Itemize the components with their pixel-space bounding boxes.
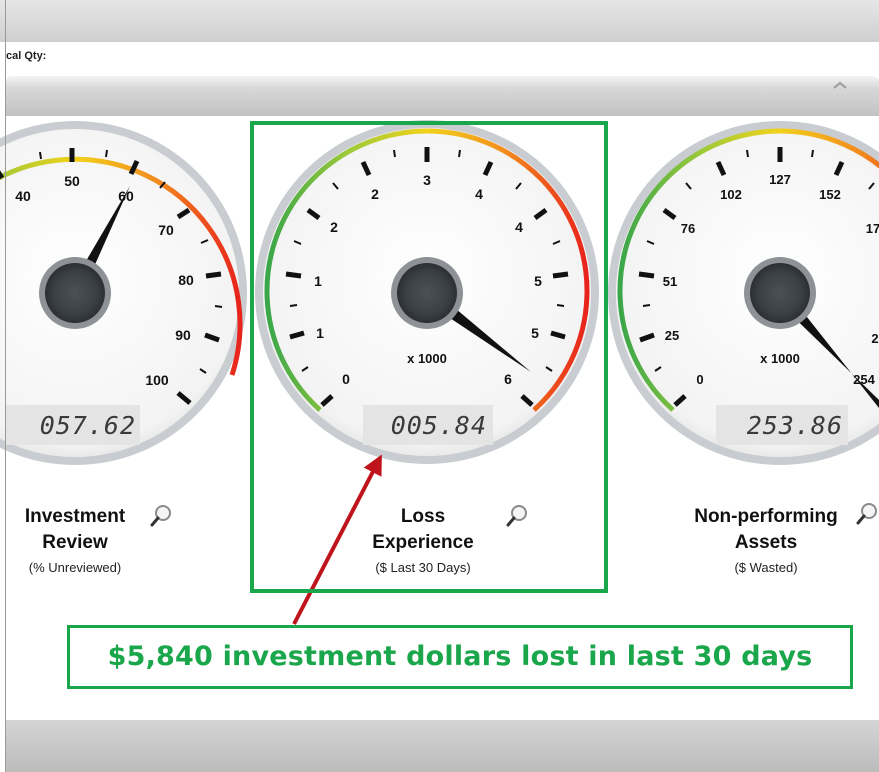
tick-label: 17 xyxy=(866,221,879,236)
gauge-label-investment-review: Investment Review (% Unreviewed) xyxy=(0,504,150,575)
multiplier-label: x 1000 xyxy=(760,351,800,366)
left-border xyxy=(5,0,6,772)
gauge-subtitle: ($ Wasted) xyxy=(734,560,798,575)
tick-label: 40 xyxy=(15,188,31,204)
highlight-box xyxy=(250,121,608,593)
magnifying-glass-icon[interactable] xyxy=(856,502,878,526)
gauge-label-non-performing-assets: Non-performing Assets ($ Wasted) xyxy=(680,504,852,575)
tick-label: 51 xyxy=(663,274,677,289)
tick-label: 76 xyxy=(681,221,695,236)
digital-readout: 057.62 xyxy=(40,411,136,440)
tick-label: 152 xyxy=(819,187,841,202)
tick-label: 80 xyxy=(178,272,194,288)
magnifying-glass-icon[interactable] xyxy=(150,504,172,528)
gauge-non-performing-assets: 0 25 51 76 102 127 152 17 2 254 x 1000 2… xyxy=(608,121,879,465)
gauge-title-line1: Non-performing xyxy=(694,506,838,527)
gauge-title-line2: Review xyxy=(42,532,108,553)
tick-label: 127 xyxy=(769,172,791,187)
digital-readout: 253.86 xyxy=(747,411,843,440)
tick-label: 25 xyxy=(665,328,679,343)
tick-label: 0 xyxy=(696,372,703,387)
tick-label: 70 xyxy=(158,222,174,238)
callout-text: $5,840 investment dollars lost in last 3… xyxy=(107,641,813,672)
dashboard-window: cal Qty: 40 50 60 70 80 90 100 057.62 0 … xyxy=(0,0,879,772)
tick-label: 100 xyxy=(145,372,169,388)
gauge-subtitle: (% Unreviewed) xyxy=(28,560,122,575)
tick-label: 50 xyxy=(64,173,80,189)
annotation-callout: $5,840 investment dollars lost in last 3… xyxy=(67,625,853,689)
tick-label: 90 xyxy=(175,327,191,343)
tick-label: 2 xyxy=(871,331,878,346)
gauge-investment-review: 40 50 60 70 80 90 100 057.62 xyxy=(0,121,247,465)
gauge-title-line2: Assets xyxy=(734,532,798,553)
tick-label: 102 xyxy=(720,187,742,202)
gauge-title-line1: Investment xyxy=(24,506,126,527)
tick-label: 60 xyxy=(118,188,134,204)
